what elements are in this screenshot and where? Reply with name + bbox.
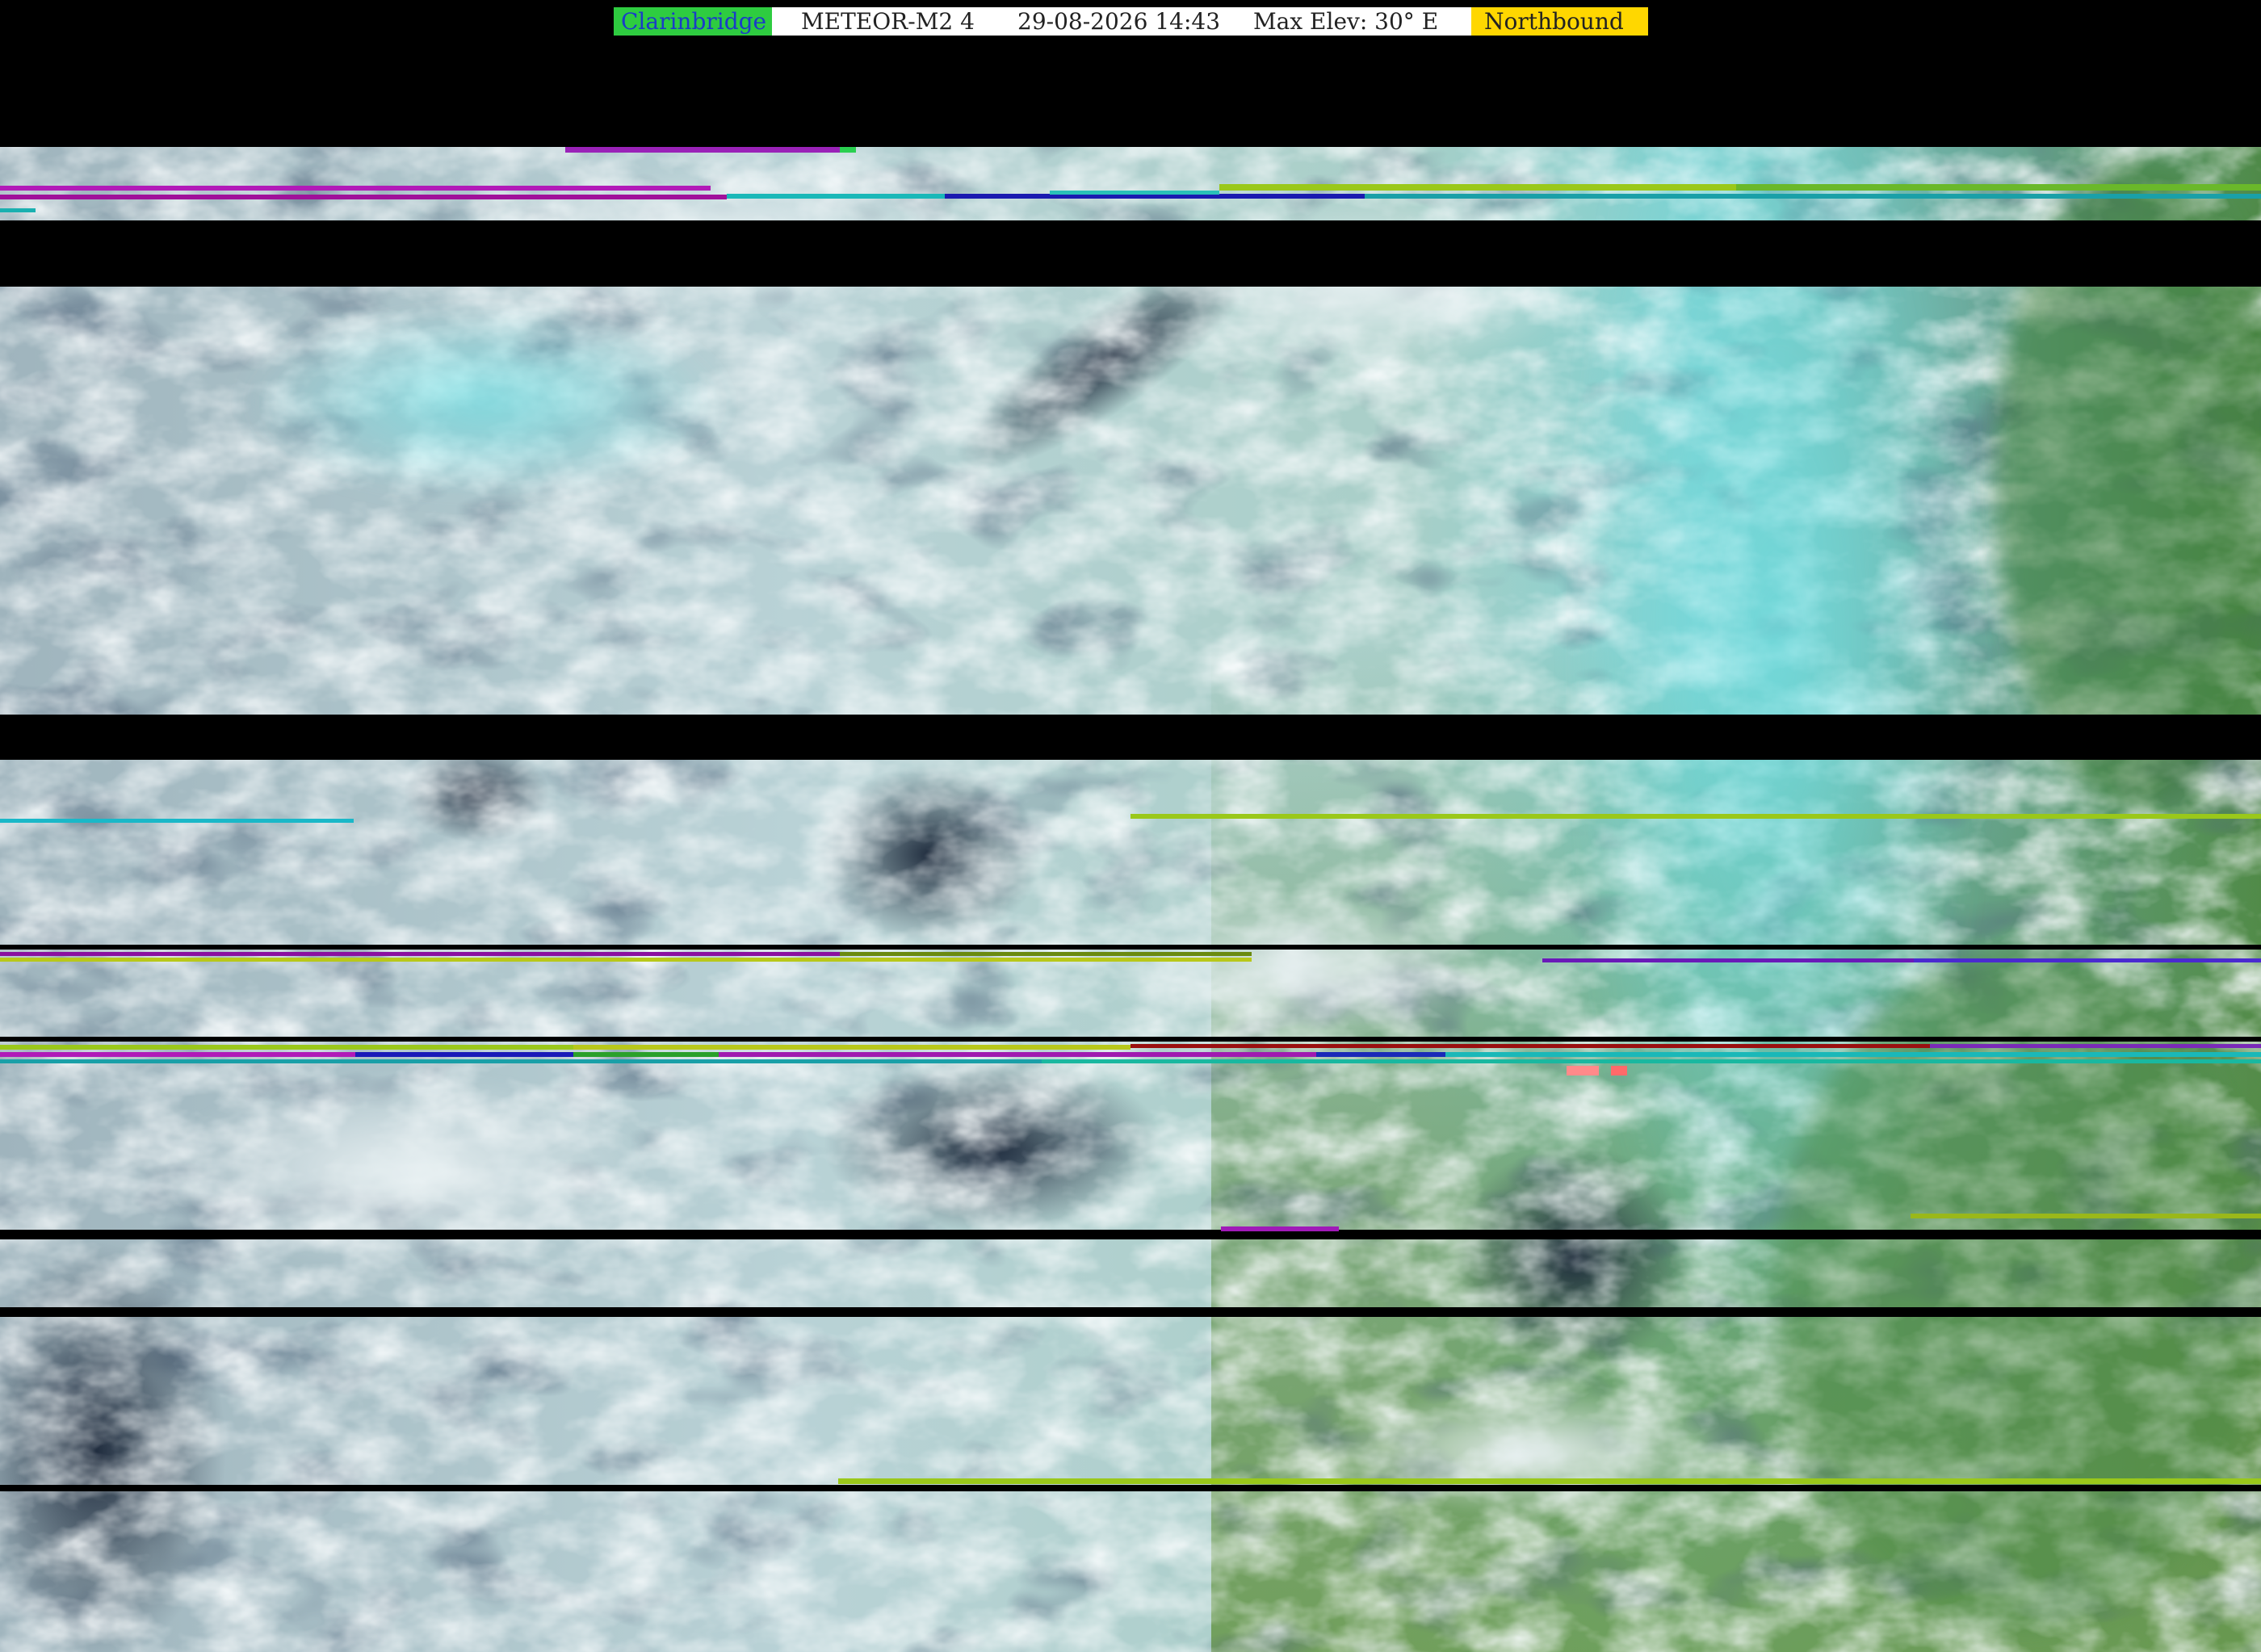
station-label: Clarinbridge — [614, 7, 772, 36]
satellite-image-canvas — [0, 79, 2261, 1652]
pass-datetime: 29-08-2026 14:43 — [1017, 8, 1221, 35]
pass-direction: Northbound — [1471, 7, 1648, 36]
pass-info: METEOR-M2 4 29-08-2026 14:43 Max Elev: 3… — [772, 7, 1471, 36]
satellite-label: METEOR-M2 4 — [801, 8, 975, 35]
max-elevation: Max Elev: 30° E — [1253, 8, 1439, 35]
pass-caption: Clarinbridge METEOR-M2 4 29-08-2026 14:4… — [614, 7, 1648, 36]
satellite-image — [0, 79, 2261, 1652]
